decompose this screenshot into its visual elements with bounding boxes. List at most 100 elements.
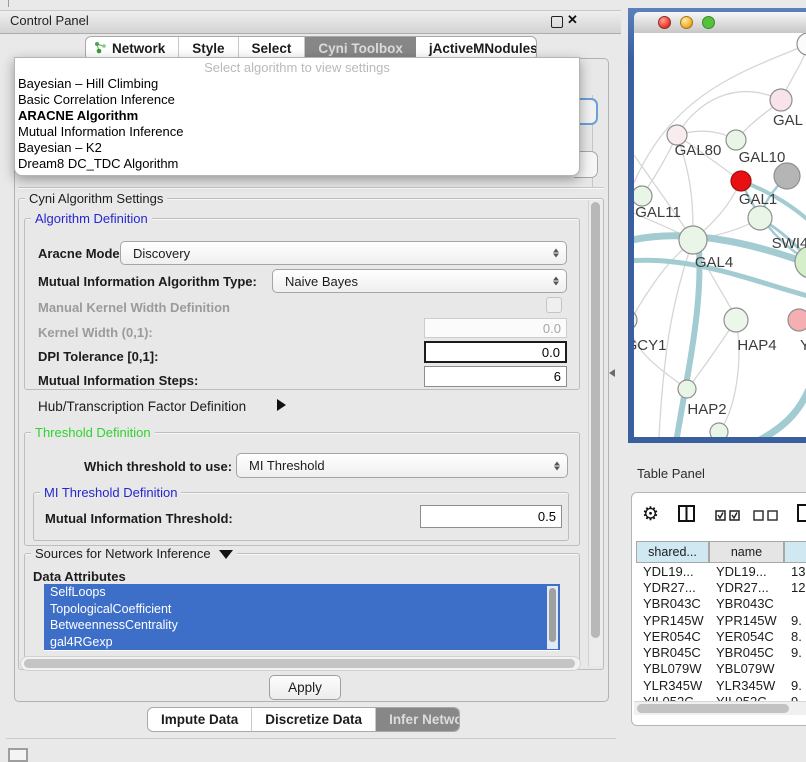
manual-kernel-width-checkbox[interactable] [546,297,562,313]
algorithm-select-placeholder: Select algorithm to view settings [15,58,579,76]
node-gal11[interactable] [634,186,652,206]
column-header-partial[interactable] [784,541,806,563]
dpi-tolerance-input[interactable] [424,341,567,363]
node-gal-partial[interactable] [770,89,792,111]
top-left-tick [8,0,9,7]
mi-algorithm-type-value: Naive Bayes [285,274,358,289]
column-header-name[interactable]: name [709,541,784,563]
list-item[interactable]: SelfLoops [44,584,560,601]
algorithm-menu-item[interactable]: Basic Correlation Inference [15,92,579,108]
column-header-shared-name[interactable]: shared... [636,541,709,563]
kernel-width-input[interactable] [424,318,567,338]
node-gal1[interactable] [748,206,772,230]
node-label: GAL10 [739,149,786,166]
manual-kernel-width-label: Manual Kernel Width Definition [38,300,230,315]
select-all-checkboxes-icon[interactable] [715,508,741,526]
table-row[interactable]: YDR27... YDR27... 12 [636,579,806,595]
list-item[interactable]: gal4RGexp [44,634,560,651]
threshold-definition-title: Threshold Definition [31,425,155,440]
partial-toolbar-icon[interactable] [796,503,806,528]
attributes-scrollbar-track[interactable] [547,586,558,649]
node-red[interactable] [731,171,751,191]
table-row[interactable]: YER054C YER054C 8. [636,628,806,644]
cell-value: 9. [784,613,806,628]
table-hscrollbar-thumb[interactable] [637,704,789,713]
minimized-panel-icon[interactable] [8,748,28,762]
node-hap2[interactable] [678,380,696,398]
node-partial-top[interactable] [797,33,806,55]
algorithm-menu-item[interactable]: Dream8 DC_TDC Algorithm [15,156,579,172]
table-row[interactable]: YBL079W YBL079W [636,661,806,677]
control-panel-title: Control Panel [10,13,89,28]
aracne-mode-combo[interactable]: Discovery [120,241,567,265]
settings-hscrollbar-thumb[interactable] [24,659,575,668]
settings-scrollbar-thumb[interactable] [591,202,600,638]
table-row[interactable]: YLR345W YLR345W 9. [636,677,806,693]
float-panel-icon[interactable] [551,16,563,28]
tab-infer-label: Infer Network [389,712,460,727]
algorithm-menu-item[interactable]: Bayesian – K2 [15,140,579,156]
node-pink-right[interactable] [788,309,806,331]
cell-name: YPR145W [709,613,784,628]
network-graph: GAL GAL80 GAL10 GAL1 GAL11 SWI4 GAL4 GCY… [634,33,806,437]
window-zoom-light[interactable] [702,16,715,29]
which-threshold-combo[interactable]: MI Threshold [236,453,568,478]
mi-algorithm-type-combo[interactable]: Naive Bayes [272,269,567,293]
hub-expander-arrow-icon[interactable] [277,399,286,411]
tab-infer-network[interactable]: Infer Network [376,708,460,731]
mi-algorithm-type-label: Mutual Information Algorithm Type: [38,274,257,289]
application-root: Control Panel ✕ Network Style Select Cyn… [0,0,806,762]
network-canvas[interactable]: GAL GAL80 GAL10 GAL1 GAL11 SWI4 GAL4 GCY… [634,33,806,437]
splitter-collapse-icon[interactable] [609,369,615,377]
algorithm-menu-item[interactable]: Bayesian – Hill Climbing [15,76,579,92]
cell-name: YBL079W [709,661,784,676]
tab-style-label: Style [192,41,224,56]
table-header-row: shared... name [632,541,806,563]
settings-hscrollbar-track[interactable] [20,656,581,671]
node-gal4[interactable] [679,226,707,254]
tab-jactivemnodules-label: jActiveMNodules [429,41,537,56]
table-row[interactable]: YPR145W YPR145W 9. [636,612,806,628]
data-attributes-list[interactable]: SelfLoops TopologicalCoefficient Between… [44,584,560,651]
mi-threshold-input[interactable] [420,505,562,528]
algorithm-menu-item[interactable]: Mutual Information Inference [15,124,579,140]
table-row[interactable]: YBR045C YBR045C 9. [636,644,806,660]
sources-collapse-arrow-icon[interactable] [219,550,233,559]
node-hap4[interactable] [724,308,748,332]
node-gal10[interactable] [726,130,746,150]
attributes-scrollbar-thumb[interactable] [549,588,556,642]
cell-value: 9. [784,645,806,660]
cell-name: YBR043C [709,596,784,611]
list-item[interactable]: TopologicalCoefficient [44,601,560,618]
settings-scrollbar-track[interactable] [588,200,602,666]
data-attributes-label: Data Attributes [33,569,126,584]
gear-icon[interactable]: ⚙ [642,503,659,526]
mi-steps-label: Mutual Information Steps: [38,373,198,388]
apply-button[interactable]: Apply [269,675,341,700]
split-columns-icon[interactable] [678,505,695,527]
node-label: GCY1 [634,337,666,354]
tab-impute-data[interactable]: Impute Data [148,708,252,731]
table-hscrollbar-track[interactable] [634,701,806,715]
algorithm-menu-item[interactable]: ARACNE Algorithm [15,108,579,124]
cell-shared-name: YLR345W [636,678,709,693]
node-label: GAL4 [695,254,733,271]
tab-cyni-toolbox-label: Cyni Toolbox [318,41,403,56]
mi-steps-input[interactable] [424,366,567,387]
hub-definition-expander[interactable]: Hub/Transcription Factor Definition [38,399,246,414]
window-close-light[interactable] [658,16,671,29]
node-bottom[interactable] [710,423,728,437]
tab-discretize-data[interactable]: Discretize Data [252,708,376,731]
list-item[interactable]: BetweennessCentrality [44,617,560,634]
table-row[interactable]: YDL19... YDL19... 13 [636,563,806,579]
cell-shared-name: YDR27... [636,580,709,595]
node-label: GAL11 [635,204,681,221]
close-panel-icon[interactable]: ✕ [567,12,578,28]
node-gray[interactable] [774,163,800,189]
network-node-labels: GAL GAL80 GAL10 GAL1 GAL11 SWI4 GAL4 GCY… [634,112,806,418]
table-row[interactable]: YBR043C YBR043C [636,596,806,612]
deselect-all-checkboxes-icon[interactable] [753,508,779,526]
which-threshold-label: Which threshold to use: [84,459,232,474]
window-minimize-light[interactable] [680,16,693,29]
tab-impute-label: Impute Data [161,712,238,727]
